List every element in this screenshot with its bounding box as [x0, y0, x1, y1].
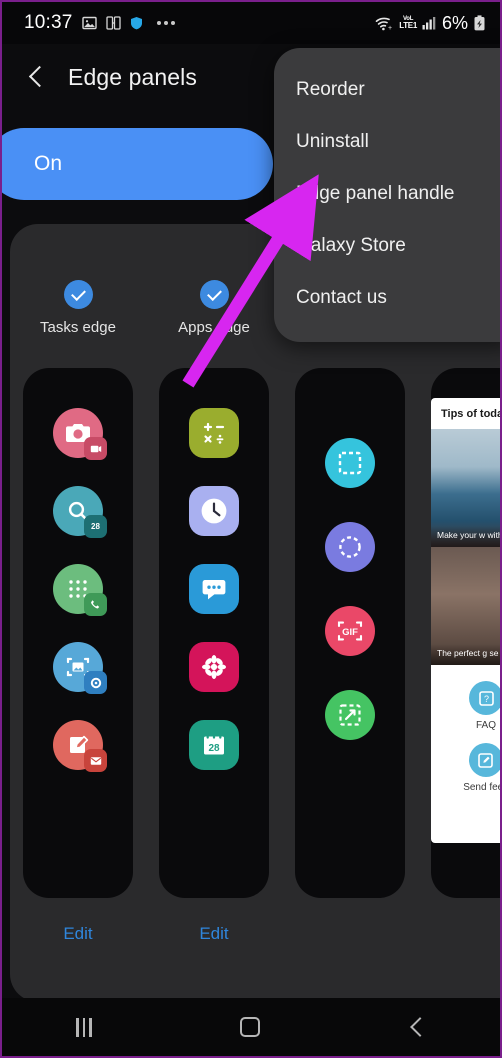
panel-column-smart-select: GIF — [282, 368, 418, 944]
dialer-keypad-icon[interactable] — [53, 564, 107, 616]
messages-icon[interactable] — [189, 564, 239, 614]
image-icon — [81, 16, 97, 30]
menu-item-edge-panel-handle[interactable]: Edge panel handle — [274, 168, 500, 220]
checkbox-label: Tasks edge — [40, 319, 116, 336]
android-nav-bar — [2, 998, 500, 1056]
panel-preview[interactable]: GIF — [295, 368, 405, 898]
rectangle-select-icon[interactable] — [325, 438, 375, 488]
search-icon[interactable]: 28 — [53, 486, 107, 538]
checkbox-item-apps-edge[interactable]: Apps edge — [146, 280, 282, 336]
check-icon[interactable] — [199, 280, 229, 309]
mail-badge — [84, 749, 107, 772]
menu-item-contact-us[interactable]: Contact us — [274, 272, 500, 324]
device-transfer-icon — [105, 16, 121, 30]
svg-text:GIF: GIF — [342, 627, 358, 638]
pin-window-icon[interactable] — [325, 690, 375, 740]
phone-badge — [84, 593, 107, 616]
settings-badge — [84, 671, 107, 694]
battery-charging-icon — [473, 15, 486, 31]
tips-caption-2: The perfect g se always on — [431, 643, 500, 665]
phone-screen: 10:37 + VoL LTE1 6% Edge panels On Tasks… — [0, 0, 502, 1058]
recents-icon[interactable] — [76, 1017, 92, 1037]
pin-glyph — [325, 690, 375, 740]
back-chevron-icon[interactable] — [26, 66, 48, 88]
calculator-glyph — [189, 408, 239, 458]
tips-image-2[interactable]: The perfect g se always on — [431, 547, 500, 665]
more-dots-icon — [156, 21, 175, 25]
status-bar-left: 10:37 — [24, 12, 175, 34]
volte-icon: VoL LTE1 — [399, 16, 417, 30]
oval-select-glyph — [325, 522, 375, 572]
flower-glyph — [189, 642, 239, 692]
calendar-badge: 28 — [84, 515, 107, 538]
tips-image-1[interactable]: Make your w with the Gear Galaxy S8 an — [431, 429, 500, 547]
panel-column-tasks-edge: 28 Edit — [10, 368, 146, 944]
page-title: Edge panels — [68, 63, 197, 90]
panel-column-apps-edge: 28 Edit — [146, 368, 282, 944]
calendar-icon[interactable]: 28 — [189, 720, 239, 770]
checkbox-label: Apps edge — [178, 319, 250, 336]
status-bar-right: + VoL LTE1 6% — [375, 13, 486, 34]
tips-title: Tips of toda — [441, 408, 502, 420]
panel-preview[interactable]: 28 — [23, 368, 133, 898]
panel-preview[interactable]: Tips of toda Make your w with the Gear G… — [431, 368, 502, 898]
send-feedback-label: Send feed — [463, 782, 500, 793]
wifi-icon: + — [375, 16, 394, 31]
shield-icon — [130, 16, 143, 30]
home-icon[interactable] — [239, 1017, 260, 1037]
signal-bars-icon — [422, 16, 437, 30]
panel-preview[interactable]: 28 — [159, 368, 269, 898]
battery-percent: 6% — [441, 12, 468, 33]
overflow-menu: Reorder Uninstall Edge panel handle Gala… — [274, 48, 500, 342]
tips-caption-1: Make your w with the Gear Galaxy S8 an — [431, 525, 500, 547]
rect-select-glyph — [325, 438, 375, 488]
status-bar: 10:37 + VoL LTE1 6% — [2, 2, 500, 44]
menu-item-uninstall[interactable]: Uninstall — [274, 116, 500, 168]
svg-text:?: ? — [483, 694, 488, 704]
gallery-icon[interactable] — [189, 642, 239, 692]
edge-panels-toggle[interactable]: On — [2, 128, 273, 200]
menu-item-reorder[interactable]: Reorder — [274, 64, 500, 116]
svg-text:+: + — [388, 25, 392, 31]
faq-icon: ? — [469, 681, 500, 715]
compose-email-icon[interactable] — [53, 720, 107, 772]
tips-card[interactable]: Tips of toda Make your w with the Gear G… — [431, 398, 502, 843]
calendar-glyph: 28 — [189, 720, 239, 770]
image-scan-icon[interactable] — [53, 642, 107, 694]
clock-icon[interactable] — [189, 486, 239, 536]
menu-item-galaxy-store[interactable]: Galaxy Store — [274, 220, 500, 272]
panel-preview-row: 28 Edit 28 Edit GIF Tips of toda Make yo… — [10, 368, 502, 944]
messages-glyph — [189, 564, 239, 614]
faq-label: FAQ — [475, 720, 496, 731]
gif-capture-icon[interactable]: GIF — [325, 606, 375, 656]
tips-links: ? FAQ Send feed — [431, 665, 500, 807]
checkbox-item-tasks-edge[interactable]: Tasks edge — [10, 280, 146, 336]
edit-link-tasks-edge[interactable]: Edit — [63, 924, 92, 944]
panel-column-tips: Tips of toda Make your w with the Gear G… — [418, 368, 502, 944]
camera-icon[interactable] — [53, 408, 107, 460]
status-time: 10:37 — [24, 12, 73, 33]
check-icon[interactable] — [63, 280, 93, 309]
edit-link-apps-edge[interactable]: Edit — [199, 924, 228, 944]
volte-bottom-label: LTE1 — [399, 21, 417, 30]
oval-select-icon[interactable] — [325, 522, 375, 572]
clock-glyph — [189, 486, 239, 536]
back-icon[interactable] — [408, 1018, 426, 1036]
send-feedback-link[interactable]: Send feed — [463, 743, 500, 793]
toggle-label: On — [34, 152, 63, 175]
gif-glyph: GIF — [325, 606, 375, 656]
feedback-icon — [468, 743, 500, 777]
calculator-icon[interactable] — [189, 408, 239, 458]
calendar-date: 28 — [208, 743, 220, 754]
camera-badge — [84, 437, 107, 460]
faq-link[interactable]: ? FAQ — [469, 681, 500, 731]
